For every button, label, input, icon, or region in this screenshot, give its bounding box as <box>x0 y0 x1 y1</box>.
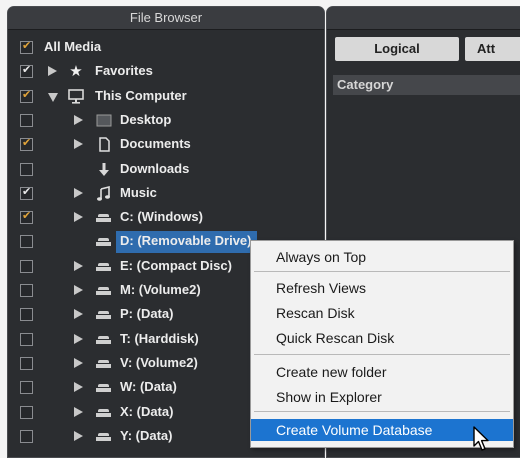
category-column-header[interactable]: Category <box>333 75 520 95</box>
include-checkbox[interactable] <box>20 88 33 103</box>
file-browser-title: File Browser <box>8 7 324 30</box>
tab-logical[interactable]: Logical <box>335 37 459 61</box>
menu-item-always-on-top[interactable]: Always on Top <box>251 246 513 268</box>
include-checkbox[interactable] <box>20 405 33 419</box>
document-icon <box>96 137 112 152</box>
tree-item[interactable]: ★ Favorites <box>8 60 324 84</box>
drive-icon <box>96 238 111 247</box>
tree-item-label: C: (Windows) <box>120 209 203 225</box>
drive-icon <box>96 408 111 417</box>
context-menu: Always on Top Refresh Views Rescan Disk Qui… <box>250 240 514 448</box>
drive-icon <box>96 214 111 223</box>
expand-arrow-icon[interactable] <box>74 139 83 150</box>
drive-icon <box>96 384 111 393</box>
include-checkbox[interactable] <box>20 356 33 370</box>
include-checkbox[interactable] <box>20 136 33 152</box>
expand-arrow-icon[interactable] <box>74 406 83 417</box>
tree-item[interactable]: All Media <box>8 36 324 60</box>
tree-item-label: Desktop <box>120 111 172 127</box>
include-checkbox[interactable] <box>20 63 33 79</box>
expand-arrow-icon[interactable] <box>74 212 83 223</box>
expand-arrow-icon[interactable] <box>74 187 83 198</box>
tree-item[interactable]: C: (Windows) <box>8 206 324 230</box>
expand-arrow-icon[interactable] <box>74 260 83 271</box>
expand-arrow-icon[interactable] <box>74 309 83 320</box>
tree-item-label: This Computer <box>95 87 187 103</box>
tree-item-label: Downloads <box>120 160 190 176</box>
menu-item-rescan-disk[interactable]: Rescan Disk <box>251 302 513 324</box>
tree-item-label: Documents <box>120 136 191 152</box>
menu-item-refresh-views[interactable]: Refresh Views <box>251 277 513 299</box>
menu-item-quick-rescan-disk[interactable]: Quick Rescan Disk <box>251 327 513 349</box>
tree-item-label: Music <box>120 184 157 200</box>
right-panel-header <box>327 7 520 30</box>
drive-icon <box>96 311 111 320</box>
tab-attributes[interactable]: Att <box>465 37 520 61</box>
include-checkbox[interactable] <box>20 284 33 297</box>
tree-item-label: D: (Removable Drive) <box>116 231 258 254</box>
include-checkbox[interactable] <box>20 259 33 273</box>
drive-icon <box>96 432 111 441</box>
tree-item-label: X: (Data) <box>120 403 174 419</box>
mouse-cursor-icon <box>473 426 489 451</box>
include-checkbox[interactable] <box>20 185 33 200</box>
drive-icon <box>96 262 111 271</box>
expand-arrow-icon[interactable] <box>74 333 83 344</box>
tree-item-label: V: (Volume2) <box>120 354 198 370</box>
menu-separator <box>254 271 510 272</box>
desktop-icon <box>96 113 112 128</box>
expand-arrow-icon[interactable] <box>74 285 83 295</box>
star-icon: ★ <box>69 63 83 81</box>
monitor-icon <box>68 88 84 104</box>
tree-item[interactable]: Music <box>8 182 324 206</box>
tree-item[interactable]: This Computer <box>8 85 324 109</box>
tree-item[interactable]: Documents <box>8 133 324 157</box>
menu-separator <box>254 411 510 412</box>
tree-item-label: P: (Data) <box>120 306 174 322</box>
drive-icon <box>96 335 111 344</box>
tree-item[interactable]: Desktop <box>8 109 324 133</box>
expand-arrow-icon[interactable] <box>74 430 83 441</box>
expand-arrow-icon[interactable] <box>74 357 83 368</box>
include-checkbox[interactable] <box>20 113 33 127</box>
music-note-icon <box>96 185 112 201</box>
tree-item-label: All Media <box>44 39 102 54</box>
menu-separator <box>254 354 510 355</box>
include-checkbox[interactable] <box>20 162 33 176</box>
tree-item-label: W: (Data) <box>120 379 177 395</box>
include-checkbox[interactable] <box>20 332 33 346</box>
tree-item-label: M: (Volume2) <box>120 282 201 297</box>
tree-item[interactable]: Downloads <box>8 158 324 182</box>
expand-arrow-icon[interactable] <box>74 114 83 125</box>
expand-arrow-icon[interactable] <box>74 382 83 393</box>
tree-item-label: T: (Harddisk) <box>120 330 199 346</box>
tree-item-label: E: (Compact Disc) <box>120 257 232 273</box>
include-checkbox[interactable] <box>20 39 33 54</box>
drive-icon <box>96 287 111 295</box>
include-checkbox[interactable] <box>20 235 33 249</box>
tree-item-label: Favorites <box>95 63 153 79</box>
include-checkbox[interactable] <box>20 209 33 225</box>
download-arrow-icon <box>96 162 112 177</box>
include-checkbox[interactable] <box>20 381 33 395</box>
include-checkbox[interactable] <box>20 429 33 443</box>
tree-item-label: Y: (Data) <box>120 427 173 443</box>
collapse-arrow-icon[interactable] <box>48 92 58 102</box>
expand-arrow-icon[interactable] <box>48 66 57 77</box>
drive-icon <box>96 359 111 368</box>
menu-item-create-new-folder[interactable]: Create new folder <box>251 361 513 383</box>
menu-item-show-in-explorer[interactable]: Show in Explorer <box>251 386 513 408</box>
include-checkbox[interactable] <box>20 308 33 322</box>
